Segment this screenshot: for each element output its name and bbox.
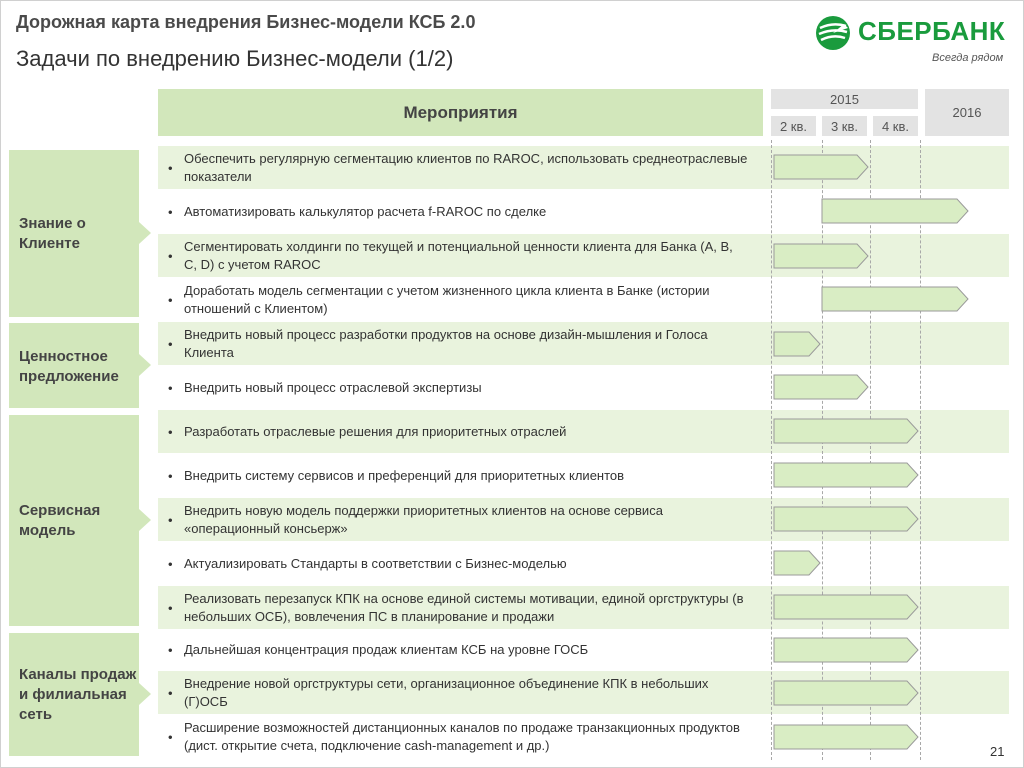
gantt-arrow-2 xyxy=(773,243,869,269)
gantt-arrow-9 xyxy=(773,550,821,576)
gantt-arrow-6 xyxy=(773,418,919,444)
page-number: 21 xyxy=(990,744,1005,759)
gantt-arrow-5 xyxy=(773,374,869,400)
gantt-bars xyxy=(773,154,969,750)
gantt-arrow-11 xyxy=(773,637,919,663)
gantt-arrow-7 xyxy=(773,462,919,488)
gantt-arrow-1 xyxy=(821,198,969,224)
gantt-arrow-10 xyxy=(773,594,919,620)
gantt-arrow-12 xyxy=(773,680,919,706)
gantt-arrow-13 xyxy=(773,724,919,750)
gantt-arrow-8 xyxy=(773,506,919,532)
gantt-arrow-0 xyxy=(773,154,869,180)
gantt-arrow-3 xyxy=(821,286,969,312)
gantt-arrow-4 xyxy=(773,331,821,357)
